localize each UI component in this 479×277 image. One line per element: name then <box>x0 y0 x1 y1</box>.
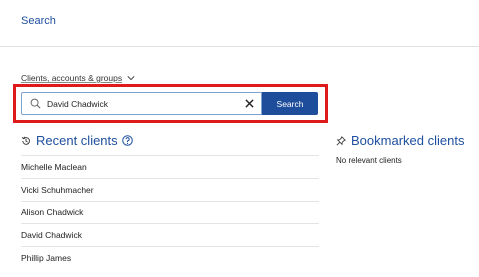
bookmarked-clients-title: Bookmarked clients <box>351 133 465 148</box>
recent-client-item[interactable]: Alison Chadwick <box>21 200 319 224</box>
chevron-down-icon <box>127 76 135 81</box>
scope-dropdown[interactable]: Clients, accounts & groups <box>21 73 135 83</box>
search-field[interactable] <box>21 92 262 115</box>
bookmarked-clients-heading: Bookmarked clients <box>336 133 464 148</box>
recent-clients-heading: Recent clients <box>21 133 133 148</box>
recent-client-item[interactable]: Phillip James <box>21 246 319 269</box>
pin-icon <box>336 135 346 145</box>
bookmarked-empty-text: No relevant clients <box>336 156 402 165</box>
magnifier-icon <box>30 98 41 109</box>
history-icon <box>21 136 30 145</box>
recent-client-item[interactable]: David Chadwick <box>21 223 319 246</box>
search-input[interactable] <box>45 97 245 110</box>
close-icon[interactable] <box>245 99 254 108</box>
header-divider <box>0 46 479 47</box>
recent-clients-list: Michelle Maclean Vicki Schuhmacher Aliso… <box>21 155 319 269</box>
recent-client-item[interactable]: Vicki Schuhmacher <box>21 177 319 201</box>
recent-clients-title: Recent clients <box>36 133 118 148</box>
scope-dropdown-label: Clients, accounts & groups <box>21 73 123 83</box>
page-title: Search <box>21 15 56 27</box>
search-button[interactable]: Search <box>262 92 318 115</box>
help-circle-icon[interactable] <box>121 135 133 146</box>
recent-client-item[interactable]: Michelle Maclean <box>21 155 319 178</box>
